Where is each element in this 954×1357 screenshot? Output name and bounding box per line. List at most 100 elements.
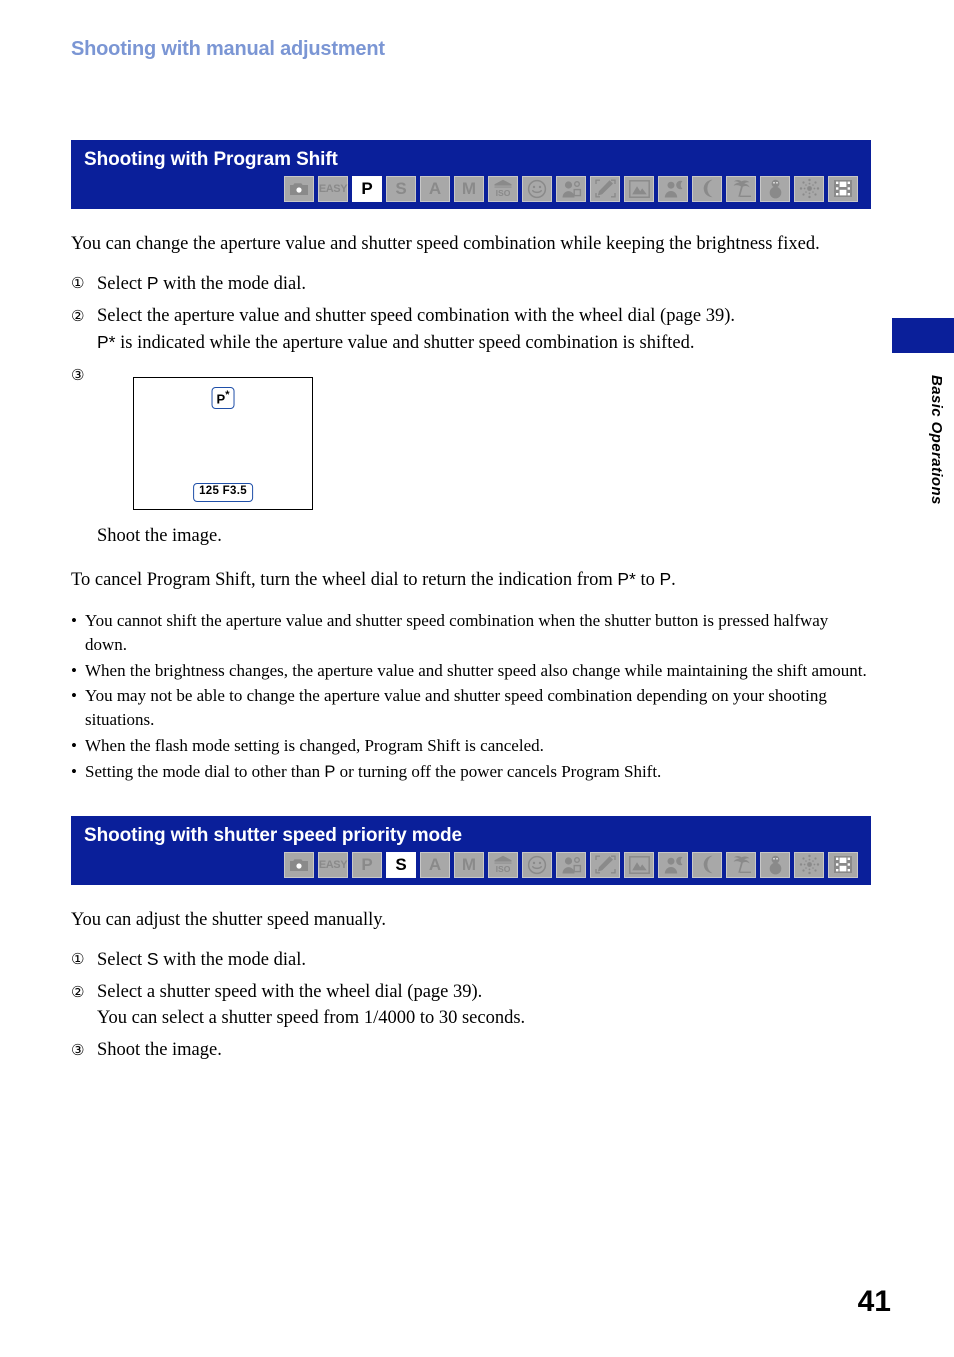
note-text: Setting the mode dial to other than P or… (85, 760, 871, 784)
step-item: ① Select P with the mode dial. (71, 271, 871, 298)
step-text: Select S with the mode dial. (97, 947, 871, 974)
mode-dial-twilight-portrait (658, 175, 688, 202)
note-text: When the flash mode setting is changed, … (85, 736, 544, 756)
camera-icon (289, 181, 309, 196)
note-text: You cannot shift the aperture value and … (85, 611, 829, 654)
step-text: P* 125 F3.5 Shoot the image. (97, 363, 871, 550)
iso-icon: ISO (492, 179, 514, 198)
mode-dial-high-sensitivity: ISO (488, 851, 518, 878)
moon-icon (698, 855, 716, 874)
side-tab: Basic Operations (892, 318, 954, 505)
smile-icon (527, 855, 547, 875)
side-tab-label: Basic Operations (928, 375, 945, 505)
mode-dial-easy: EASY (318, 175, 348, 202)
step-number: ③ (71, 1040, 85, 1059)
anti-blur-icon (594, 179, 616, 198)
cancel-mode-from: P* (617, 568, 636, 589)
cancel-text-b: to (635, 569, 660, 590)
cancel-text-c: . (671, 569, 676, 590)
step-item: ① Select S with the mode dial. (71, 947, 871, 974)
mode-dial-program-auto: P (352, 175, 382, 202)
step-text: Shoot the image. (97, 1039, 222, 1060)
step-subtext: P* is indicated while the aperture value… (97, 331, 695, 353)
note-text: When the brightness changes, the apertur… (85, 660, 867, 680)
note-text-after: or turning off the power cancels Program… (335, 761, 662, 781)
step-text-before: Select the aperture value and shutter sp… (97, 306, 736, 327)
mode-dial-snow (760, 851, 790, 878)
mode-dial-aperture-priority: A (420, 851, 450, 878)
section-header-program-shift: Shooting with Program Shift EASY P S A M ISO (71, 140, 871, 209)
mode-dial-program-auto: P (352, 851, 382, 878)
step-mode-glyph: P (146, 273, 159, 294)
camera-icon (289, 857, 309, 872)
mode-dial-smile-shutter (522, 175, 552, 202)
step-text-before: Select a shutter speed with the wheel di… (97, 982, 483, 1002)
step-subtext: You can select a shutter speed from 1/40… (97, 1007, 526, 1028)
step-item: ② Select a shutter speed with the wheel … (71, 980, 871, 1032)
snowman-icon (767, 855, 784, 875)
mode-dial-camera-auto (284, 851, 314, 878)
section-title: Shooting with Program Shift (84, 149, 338, 170)
section2-intro: You can adjust the shutter speed manuall… (71, 909, 386, 930)
note-item: • When the brightness changes, the apert… (71, 659, 871, 683)
film-strip-icon (833, 179, 853, 198)
lcd-screen-illustration: P* 125 F3.5 (133, 376, 313, 510)
film-strip-icon (833, 855, 853, 874)
mode-dial-snow (760, 175, 790, 202)
osd-mode-indicator: P* (211, 386, 235, 410)
cancel-instruction: To cancel Program Shift, turn the wheel … (71, 567, 871, 593)
iso-icon: ISO (492, 855, 514, 874)
step-number: ② (71, 307, 85, 326)
step-number: ② (71, 983, 85, 1001)
mode-dial-easy: EASY (318, 851, 348, 878)
note-item: • You may not be able to change the aper… (71, 684, 871, 732)
section2-steps: ① Select S with the mode dial. ② Select … (71, 947, 871, 1064)
svg-text:ISO: ISO (496, 188, 511, 198)
mode-dial-landscape (624, 851, 654, 878)
side-tab-color-swatch (892, 318, 954, 353)
landscape-icon (628, 855, 650, 874)
note-item: • You cannot shift the aperture value an… (71, 609, 871, 657)
step-number: ① (71, 950, 85, 969)
soft-snap-icon (561, 180, 582, 198)
step-text: Select P with the mode dial. (97, 271, 871, 298)
note-text: You may not be able to change the apertu… (85, 686, 827, 730)
mode-dial-aperture-priority: A (420, 175, 450, 202)
svg-text:ISO: ISO (496, 864, 511, 874)
cancel-mode-to: P (659, 568, 672, 589)
section-title: Shooting with shutter speed priority mod… (84, 824, 463, 846)
lcd-illustration-wrap: P* 125 F3.5 (133, 376, 871, 510)
fireworks-icon (799, 178, 820, 199)
mode-dial-row-1: EASY P S A M ISO (71, 170, 871, 202)
section1-notes: • You cannot shift the aperture value an… (71, 609, 871, 784)
note-text-before: Setting the mode dial to other than (85, 761, 325, 781)
section1-intro: You can change the aperture value and sh… (71, 233, 820, 254)
note-item: • When the flash mode setting is changed… (71, 734, 871, 758)
step-number: ③ (71, 365, 85, 384)
landscape-icon (628, 179, 650, 198)
mode-dial-landscape (624, 175, 654, 202)
mode-dial-soft-snap (556, 175, 586, 202)
step-text: Select the aperture value and shutter sp… (97, 304, 871, 357)
step-text-before: Select (97, 274, 147, 295)
step-text-after: with the mode dial. (158, 950, 306, 971)
page-content: Shooting with Program Shift EASY P S A M ISO … (71, 0, 871, 1070)
note-item: • Setting the mode dial to other than P … (71, 760, 871, 784)
mode-dial-anti-blur (590, 175, 620, 202)
mode-dial-fireworks (794, 851, 824, 878)
bullet-icon: • (71, 611, 77, 631)
step-text-before: Select (97, 950, 147, 971)
smile-icon (527, 179, 547, 199)
soft-snap-icon (561, 856, 582, 874)
palm-tree-icon (731, 855, 752, 874)
palm-tree-icon (731, 179, 752, 198)
bullet-icon: • (71, 761, 77, 781)
step-number: ① (71, 274, 85, 293)
mode-dial-shutter-priority: S (386, 175, 416, 202)
cancel-text-a: To cancel Program Shift, turn the wheel … (71, 569, 618, 590)
step-item: ③ P* 125 F3.5 Shoot the image. (71, 363, 871, 550)
mode-dial-movie (828, 175, 858, 202)
osd-mode-base: P (216, 391, 226, 407)
bullet-icon: • (71, 686, 77, 706)
snowman-icon (767, 179, 784, 199)
